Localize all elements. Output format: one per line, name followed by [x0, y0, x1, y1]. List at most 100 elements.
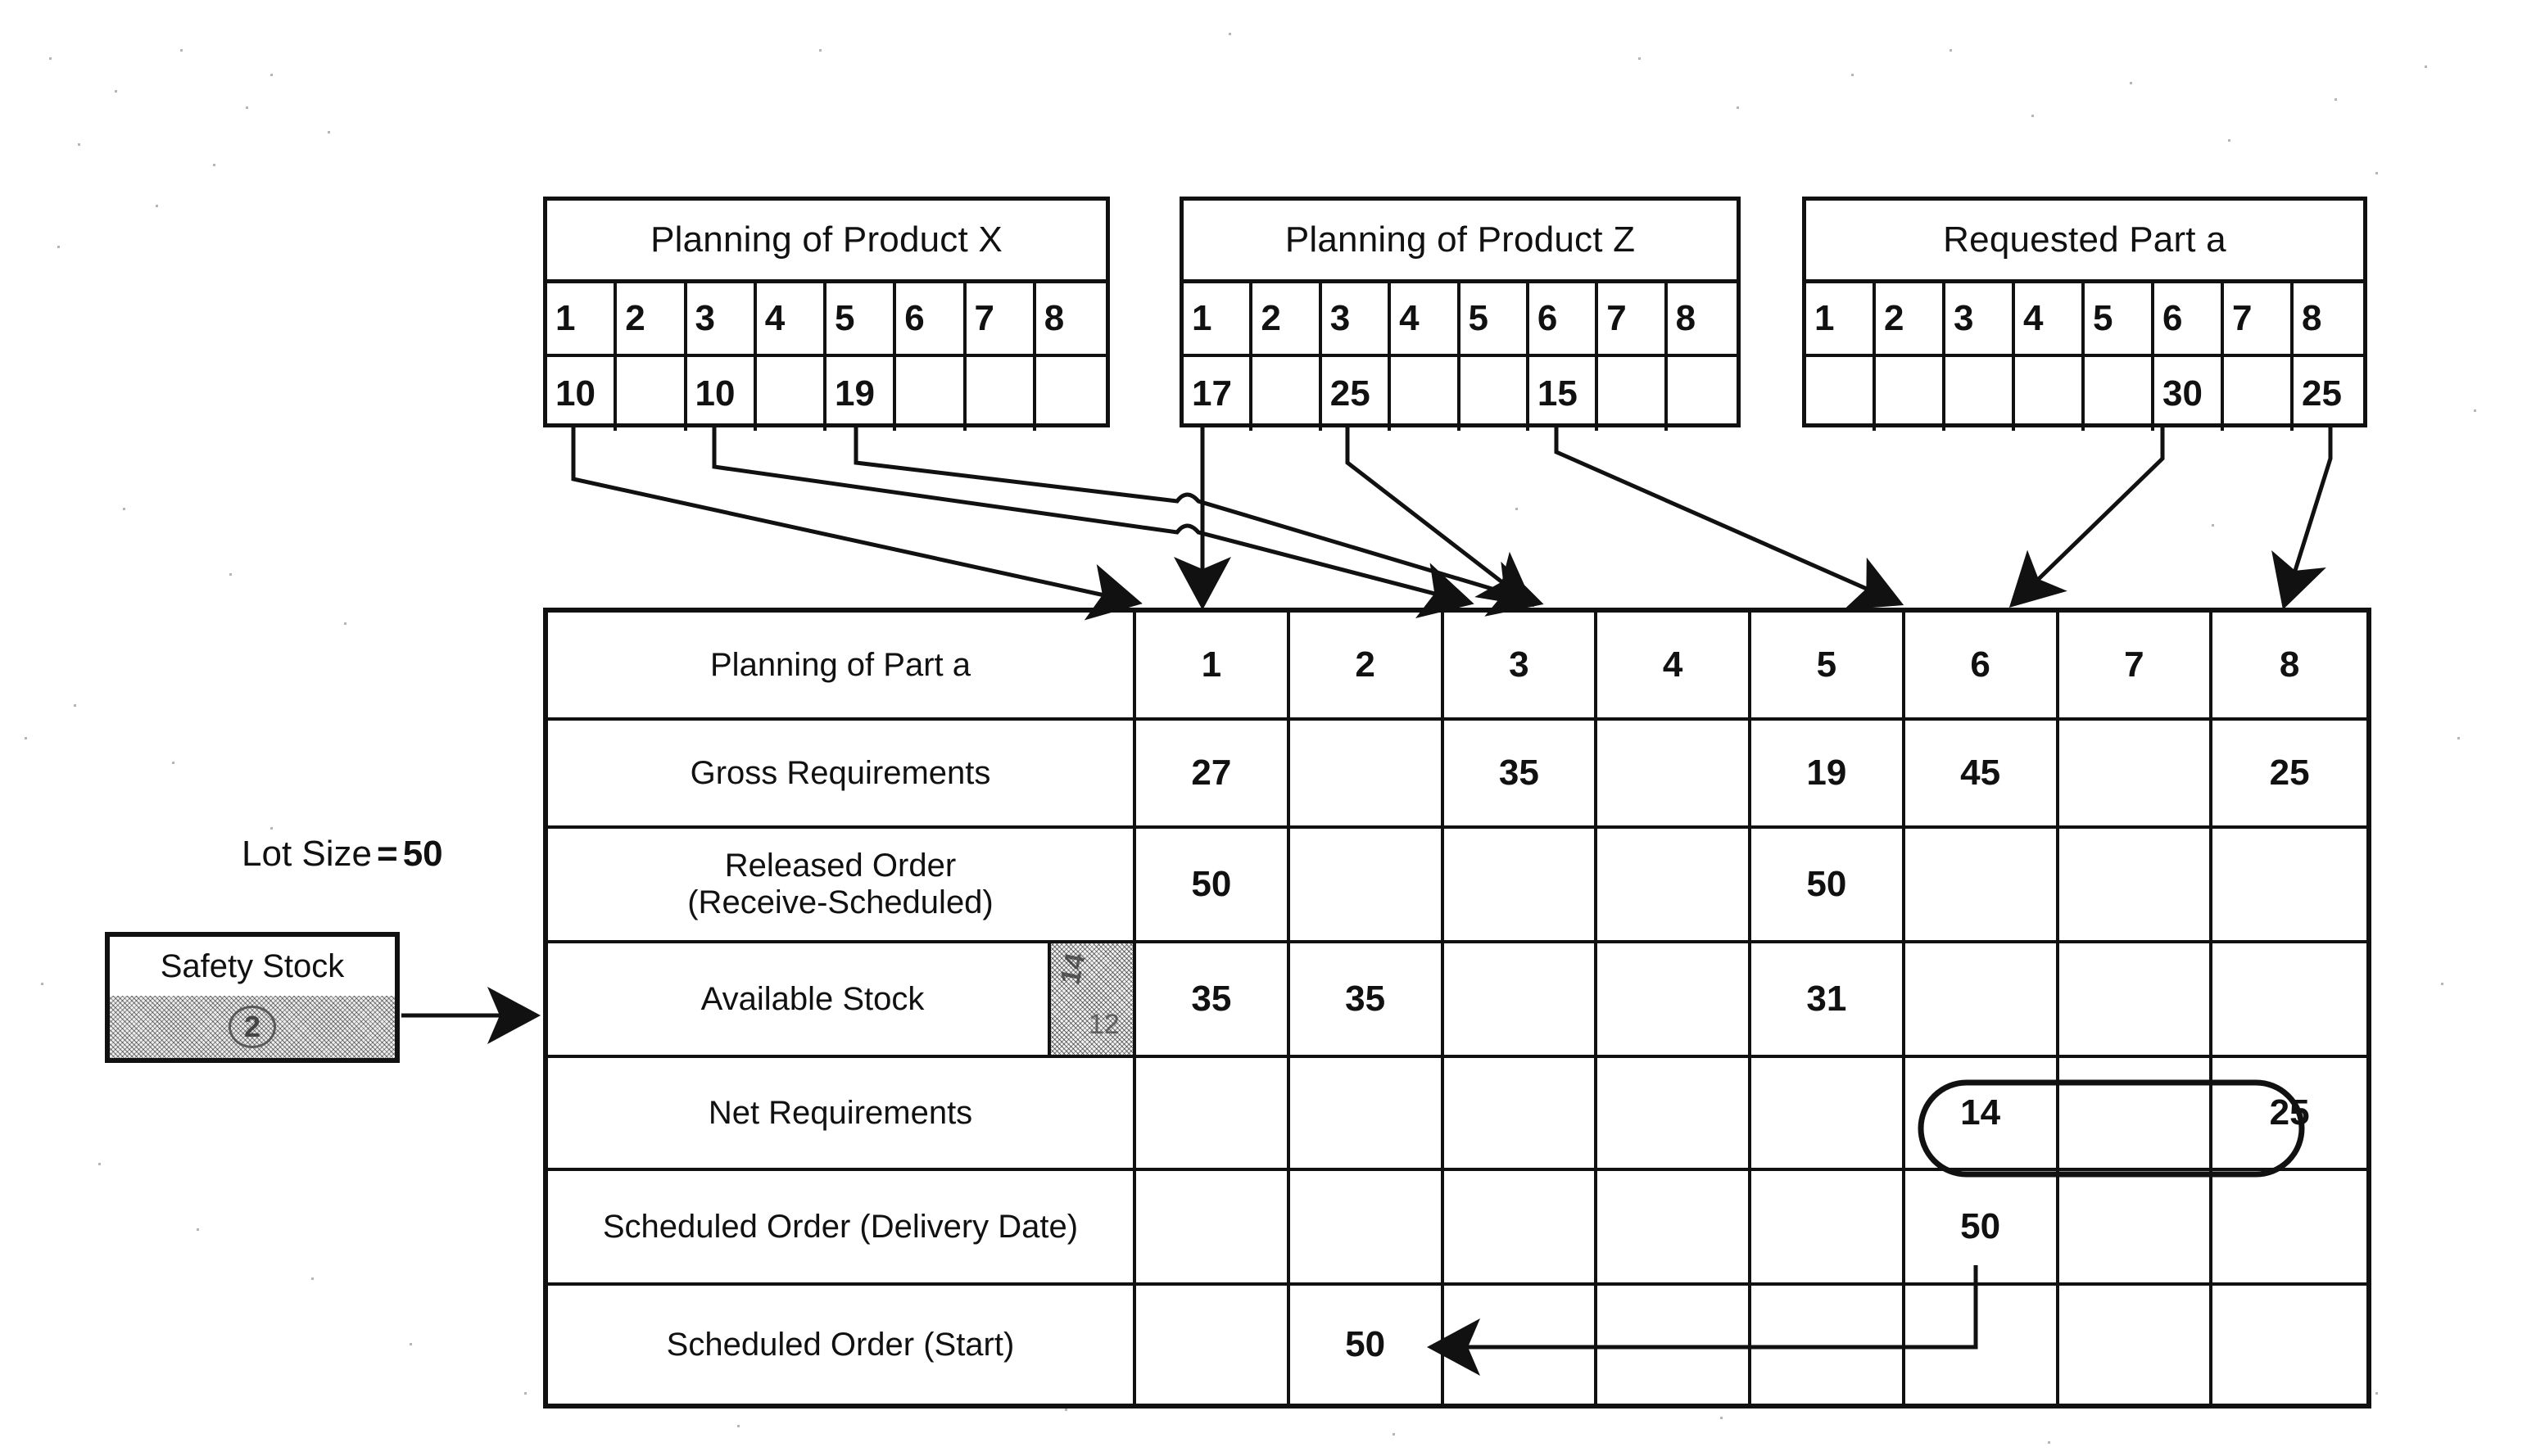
value-cell: [1751, 1286, 1905, 1404]
value-cell: [2059, 943, 2213, 1055]
period-cell: 1: [1806, 283, 1876, 357]
value-row: 30 25: [1806, 357, 2363, 431]
arrow-x-p5-to-main: [854, 427, 1544, 617]
source-table-title: Requested Part a: [1806, 201, 2363, 283]
period-cell: 6: [1905, 613, 2059, 717]
lot-size-annotation: Lot Size = 50: [242, 834, 443, 875]
value-cell: 19: [826, 357, 897, 431]
value-cell: [2212, 943, 2366, 1055]
value-cell: 31: [1751, 943, 1905, 1055]
row-cells: 50: [1136, 1286, 2366, 1404]
value-cell: [2224, 357, 2294, 431]
value-cell: [1905, 1286, 2059, 1404]
period-cell: 4: [756, 283, 826, 357]
value-cell: [1945, 357, 2015, 431]
value-cell: [1751, 1058, 1905, 1168]
value-cell: [1598, 357, 1668, 431]
row-label: Scheduled Order (Start): [548, 1286, 1136, 1404]
value-cell: [2059, 1058, 2213, 1168]
value-cell: [967, 357, 1036, 431]
safety-stock-value-area: 2: [110, 996, 395, 1058]
value-cell: [896, 357, 967, 431]
value-cell: 15: [1529, 357, 1599, 431]
row-label-line2: (Receive-Scheduled): [687, 884, 994, 920]
table-row-net-requirements: Net Requirements 14 25: [548, 1058, 2366, 1171]
period-cell: 8: [1667, 283, 1737, 357]
value-cell: 50: [1751, 829, 1905, 940]
value-cell: [1597, 943, 1751, 1055]
source-table-requested-part-a: Requested Part a 1 2 3 4 5 6 7 8 30 25: [1802, 197, 2367, 431]
period-cell: 7: [2224, 283, 2294, 357]
value-cell: [1290, 1171, 1444, 1282]
value-cell: [1806, 357, 1876, 431]
main-table-title: Planning of Part a: [548, 613, 1136, 717]
value-cell: [2059, 721, 2213, 825]
table-row-header: Planning of Part a 1 2 3 4 5 6 7 8: [548, 613, 2366, 721]
row-cells: 50 50: [1136, 829, 2366, 940]
row-cells: 14 25: [1136, 1058, 2366, 1168]
value-cell: 27: [1136, 721, 1290, 825]
period-cell: 8: [1035, 283, 1106, 357]
table-row-scheduled-order-delivery-date: Scheduled Order (Delivery Date) 50: [548, 1171, 2366, 1286]
value-cell: [2059, 1286, 2213, 1404]
period-cell: 2: [1290, 613, 1444, 717]
value-cell: 35: [1444, 721, 1598, 825]
arrow-req-p6-to-main: [2008, 427, 2165, 608]
lot-size-value: 50: [402, 834, 443, 874]
arrow-z-p6-to-main: [1554, 427, 1904, 610]
value-cell: [1751, 1171, 1905, 1282]
period-cell: 4: [1597, 613, 1751, 717]
value-cell: [1597, 721, 1751, 825]
main-planning-table: Planning of Part a 1 2 3 4 5 6 7 8 Gross…: [543, 608, 2371, 1409]
arrow-x-p1-to-main: [571, 427, 1143, 621]
value-cell: [1444, 829, 1598, 940]
value-cell: 25: [2302, 373, 2342, 414]
value-cell: 50: [1136, 829, 1290, 940]
value-cell: [2059, 1171, 2213, 1282]
value-cell: 50: [1905, 1171, 2059, 1282]
table-row-released-order: Released Order (Receive-Scheduled) 50 50: [548, 829, 2366, 943]
value-cell: [2015, 357, 2085, 431]
value-cell: [1444, 1171, 1598, 1282]
table-row-gross-requirements: Gross Requirements 27 35 19 45 25: [548, 721, 2366, 829]
safety-stock-label: Safety Stock: [160, 948, 345, 984]
value-cell: [1876, 357, 1945, 431]
period-header-row: 1 2 3 4 5 6 7 8: [547, 283, 1106, 357]
prior-period-stock-cell: 14 12: [1048, 943, 1133, 1055]
value-cell: [1136, 1286, 1290, 1404]
table-row-scheduled-order-start: Scheduled Order (Start) 50: [548, 1286, 2366, 1404]
value-cell: [1597, 1286, 1751, 1404]
row-label-with-prior: Available Stock 14 12: [548, 943, 1136, 1055]
period-cell: 3: [1321, 283, 1392, 357]
value-cell: [1444, 1286, 1598, 1404]
value-cell: 25: [2269, 753, 2310, 793]
value-row: 10 10 19: [547, 357, 1106, 431]
period-cell: 6: [896, 283, 967, 357]
value-cell: [1444, 943, 1598, 1055]
value-cell: [1597, 829, 1751, 940]
period-header-cells: 1 2 3 4 5 6 7 8: [1136, 613, 2366, 717]
value-cell: [1597, 1058, 1751, 1168]
period-cell: 3: [1945, 283, 2015, 357]
value-cell: [1136, 1171, 1290, 1282]
value-cell: [1290, 1058, 1444, 1168]
period-cell: 8: [2294, 283, 2363, 357]
period-cell: 4: [2015, 283, 2085, 357]
period-cell: 4: [1391, 283, 1460, 357]
value-cell: [2212, 1286, 2366, 1404]
period-cell: 1: [1184, 283, 1253, 357]
value-cell: 14: [1905, 1058, 2059, 1168]
value-cell: [1036, 357, 1106, 431]
value-cell: 10: [687, 357, 757, 431]
value-cell: [1597, 1171, 1751, 1282]
value-cell: [617, 357, 687, 431]
value-cell: 19: [1751, 721, 1905, 825]
arrow-req-p8-to-main: [2271, 427, 2333, 610]
row-label: Released Order (Receive-Scheduled): [548, 829, 1136, 940]
value-cell: [1905, 829, 2059, 940]
row-label: Available Stock: [700, 980, 925, 1017]
lot-size-label: Lot Size: [242, 834, 372, 874]
safety-stock-value: 2: [228, 1006, 277, 1048]
period-cell: 3: [686, 283, 757, 357]
arrow-z-p3-to-main: [1345, 427, 1534, 608]
